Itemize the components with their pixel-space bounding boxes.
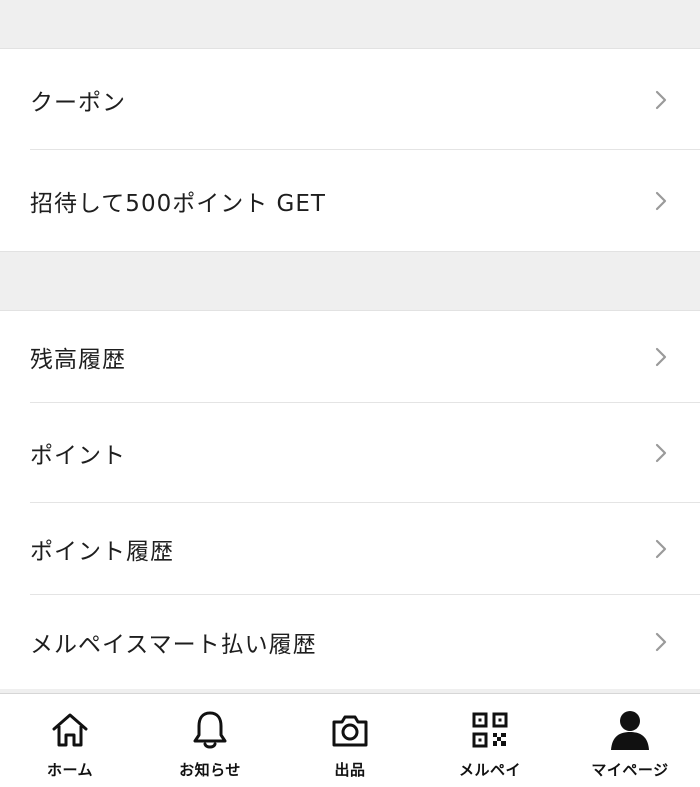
chevron-right-icon [652, 346, 670, 368]
tab-label: ホーム [46, 761, 94, 779]
chevron-right-icon [652, 190, 670, 212]
menu-item-point-history[interactable]: ポイント履歴 [0, 503, 700, 595]
menu-item-label: 招待して500ポイント GET [30, 190, 326, 217]
qr-code-icon [468, 708, 512, 752]
section-gap-top [0, 0, 700, 49]
menu-group-1: クーポン 招待して500ポイント GET [0, 49, 700, 251]
tab-label: マイページ [591, 761, 669, 779]
menu-item-label: クーポン [30, 89, 126, 116]
home-icon [48, 708, 92, 752]
tab-notifications[interactable]: お知らせ [140, 694, 280, 787]
menu-group-2: 残高履歴 ポイント ポイント履歴 メルペイスマート払い履歴 [0, 311, 700, 689]
camera-icon [328, 708, 372, 752]
menu-item-label: 残高履歴 [30, 347, 126, 373]
tab-mypage[interactable]: マイページ [560, 694, 700, 787]
menu-item-label: メルペイスマート払い履歴 [30, 632, 317, 658]
bell-icon [188, 708, 232, 752]
menu-item-label: ポイント [30, 443, 126, 469]
tab-merpay[interactable]: メルペイ [420, 694, 560, 787]
menu-item-balance-history[interactable]: 残高履歴 [0, 311, 700, 403]
user-icon [608, 708, 652, 752]
menu-item-smart-pay-history[interactable]: メルペイスマート払い履歴 [0, 595, 700, 689]
menu-item-points[interactable]: ポイント [0, 403, 700, 503]
menu-item-invite[interactable]: 招待して500ポイント GET [0, 150, 700, 251]
chevron-right-icon [652, 631, 670, 653]
menu-item-coupon[interactable]: クーポン [0, 49, 700, 150]
tab-label: メルペイ [458, 761, 521, 779]
bottom-tab-bar: ホーム お知らせ 出品 メルペイ マイページ [0, 693, 700, 787]
chevron-right-icon [652, 442, 670, 464]
tab-home[interactable]: ホーム [0, 694, 140, 787]
chevron-right-icon [652, 538, 670, 560]
tab-label: お知らせ [179, 761, 241, 779]
section-gap-middle [0, 251, 700, 311]
menu-item-label: ポイント履歴 [30, 539, 174, 565]
tab-label: 出品 [334, 761, 366, 779]
chevron-right-icon [652, 89, 670, 111]
tab-sell[interactable]: 出品 [280, 694, 420, 787]
